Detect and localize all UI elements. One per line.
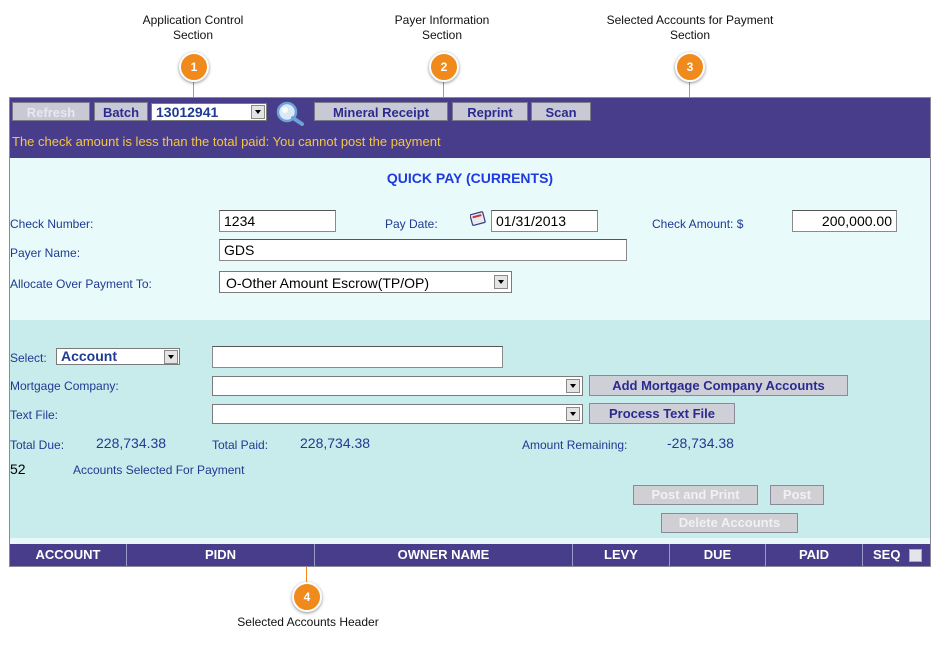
allocate-label: Allocate Over Payment To: — [10, 277, 152, 291]
check-number-label: Check Number: — [10, 217, 94, 231]
warning-message: The check amount is less than the total … — [12, 134, 441, 149]
text-file-label: Text File: — [10, 408, 59, 422]
column-levy[interactable]: LEVY — [573, 544, 670, 566]
reprint-button[interactable]: Reprint — [452, 102, 528, 121]
allocate-select[interactable]: O-Other Amount Escrow(TP/OP) — [219, 271, 512, 293]
mineral-receipt-button[interactable]: Mineral Receipt — [314, 102, 448, 121]
amount-remaining-label: Amount Remaining: — [522, 438, 628, 452]
mortgage-company-label: Mortgage Company: — [10, 379, 119, 393]
selected-accounts-label: Accounts Selected For Payment — [73, 463, 245, 477]
text-file-select[interactable] — [212, 404, 583, 424]
account-search-input[interactable] — [212, 346, 503, 368]
callout-badge-4: 4 — [292, 582, 322, 612]
post-button[interactable]: Post — [770, 485, 824, 505]
select-type-value: Account — [61, 348, 117, 364]
selected-accounts-section: Select: Account Mortgage Company: Add Mo… — [10, 320, 930, 538]
pay-date-label: Pay Date: — [385, 217, 438, 231]
total-paid-label: Total Paid: — [212, 438, 269, 452]
allocate-select-value: O-Other Amount Escrow(TP/OP) — [226, 275, 430, 291]
pay-date-field[interactable]: 01/31/2013 — [491, 210, 598, 232]
select-type-dropdown[interactable]: Account — [56, 348, 180, 365]
callout-label-2: Payer Information Section — [394, 13, 490, 42]
select-all-checkbox[interactable] — [909, 549, 922, 562]
total-due-value: 228,734.38 — [96, 435, 167, 451]
callout-badge-3: 3 — [675, 52, 705, 82]
mortgage-company-select[interactable] — [212, 376, 583, 396]
payer-name-field[interactable]: GDS — [219, 239, 627, 261]
page-title: QUICK PAY (CURRENTS) — [386, 170, 554, 186]
callout-badge-2: 2 — [429, 52, 459, 82]
scan-button[interactable]: Scan — [531, 102, 591, 121]
search-icon[interactable] — [272, 100, 306, 129]
total-paid-value: 228,734.38 — [300, 435, 371, 451]
callout-label-4: Selected Accounts Header — [237, 615, 379, 629]
amount-remaining-value: -28,734.38 — [667, 435, 734, 451]
check-amount-label: Check Amount: $ — [652, 217, 744, 231]
column-paid[interactable]: PAID — [766, 544, 863, 566]
column-seq[interactable]: SEQ — [863, 544, 930, 566]
column-owner-name[interactable]: OWNER NAME — [315, 544, 573, 566]
select-label: Select: — [10, 351, 47, 365]
selected-accounts-header: ACCOUNT PIDN OWNER NAME LEVY DUE PAID SE… — [10, 544, 930, 566]
delete-accounts-button[interactable]: Delete Accounts — [661, 513, 798, 533]
column-account[interactable]: ACCOUNT — [10, 544, 127, 566]
quick-pay-window: Refresh Batch 13012941 Mineral Receipt R… — [9, 97, 931, 567]
post-and-print-button[interactable]: Post and Print — [633, 485, 758, 505]
callout-label-1: Application Control Section — [142, 13, 244, 42]
process-text-file-button[interactable]: Process Text File — [589, 403, 735, 424]
total-due-label: Total Due: — [10, 438, 65, 452]
check-amount-field[interactable]: 200,000.00 — [792, 210, 897, 232]
callout-label-3: Selected Accounts for Payment Section — [606, 13, 774, 42]
payer-name-label: Payer Name: — [10, 246, 81, 260]
chevron-down-icon[interactable] — [566, 379, 580, 393]
application-control-section: Refresh Batch 13012941 Mineral Receipt R… — [10, 98, 930, 158]
batch-button[interactable]: Batch — [94, 102, 148, 121]
refresh-button[interactable]: Refresh — [12, 102, 90, 121]
chevron-down-icon[interactable] — [251, 105, 265, 119]
selected-count: 52 — [10, 461, 26, 477]
payer-information-section: QUICK PAY (CURRENTS) Check Number: 1234 … — [10, 158, 930, 320]
callout-badge-1: 1 — [179, 52, 209, 82]
chevron-down-icon[interactable] — [566, 407, 580, 421]
column-due[interactable]: DUE — [670, 544, 766, 566]
chevron-down-icon[interactable] — [494, 275, 508, 289]
column-seq-label: SEQ — [873, 547, 901, 562]
chevron-down-icon[interactable] — [164, 350, 178, 364]
column-pidn[interactable]: PIDN — [127, 544, 315, 566]
batch-select[interactable]: 13012941 — [151, 103, 267, 121]
calendar-icon[interactable] — [469, 210, 486, 229]
batch-select-value: 13012941 — [156, 104, 219, 120]
check-number-field[interactable]: 1234 — [219, 210, 336, 232]
add-mortgage-company-accounts-button[interactable]: Add Mortgage Company Accounts — [589, 375, 848, 396]
